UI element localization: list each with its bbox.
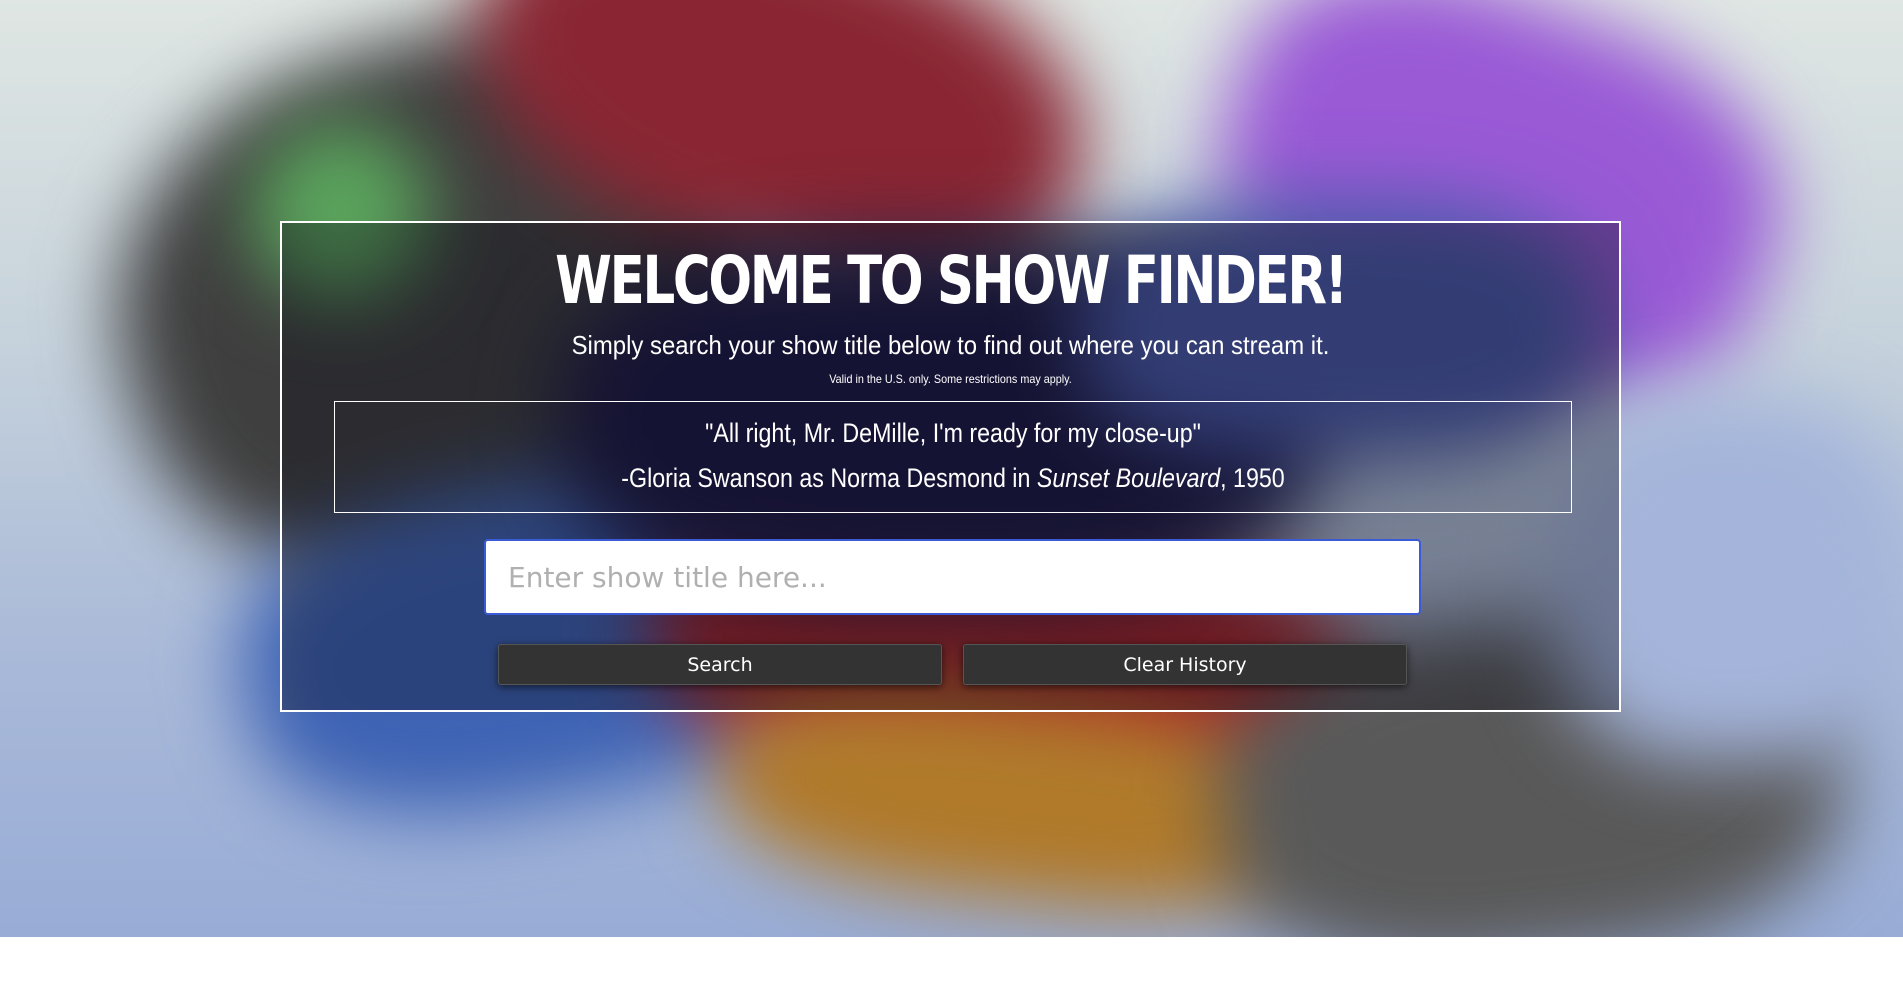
search-panel: WELCOME TO SHOW FINDER! Simply search yo… [280,221,1621,712]
quote-attribution-suffix: , 1950 [1220,463,1285,493]
quote-attribution-prefix: -Gloria Swanson as Norma Desmond in [621,463,1037,493]
quote-attribution: -Gloria Swanson as Norma Desmond in Suns… [422,461,1485,495]
page-subtitle: Simply search your show title below to f… [571,330,1330,360]
search-button[interactable]: Search [498,644,942,685]
quote-text: "All right, Mr. DeMille, I'm ready for m… [705,418,1201,448]
clear-history-button[interactable]: Clear History [963,644,1407,685]
quote-box: "All right, Mr. DeMille, I'm ready for m… [334,401,1572,513]
hero-background: WELCOME TO SHOW FINDER! Simply search yo… [0,0,1903,937]
disclaimer-text: Valid in the U.S. only. Some restriction… [829,372,1072,386]
quote-film-title: Sunset Boulevard [1036,463,1221,493]
page-title: WELCOME TO SHOW FINDER! [555,242,1348,319]
show-search-input[interactable] [484,539,1421,615]
